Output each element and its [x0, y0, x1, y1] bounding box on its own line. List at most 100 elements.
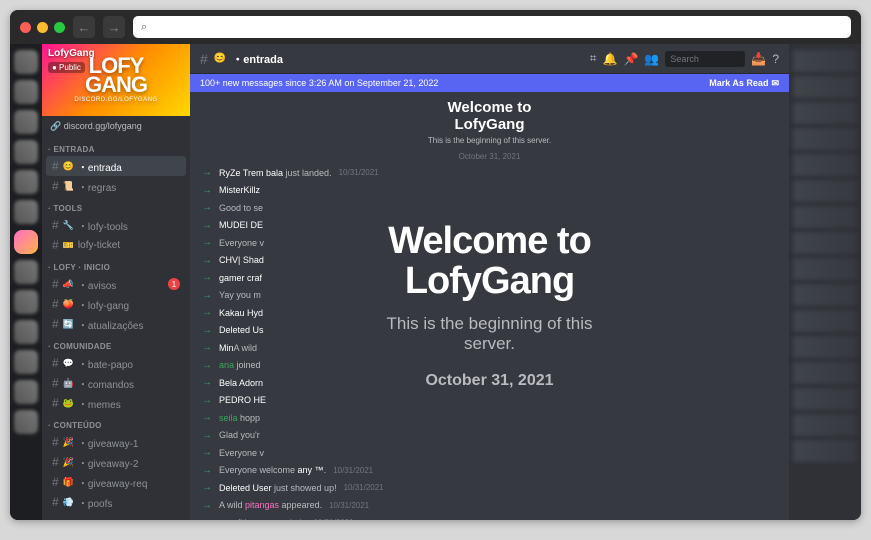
bell-icon[interactable]: 🔔 — [603, 52, 618, 66]
hash-icon: # — [52, 455, 59, 469]
guild-item[interactable] — [14, 380, 38, 404]
channel-emoji-icon: 📜 — [63, 181, 74, 192]
search-input[interactable]: Search — [665, 51, 745, 67]
channel-item[interactable]: #🍑・lofy-gang — [46, 294, 186, 314]
category-header[interactable]: · LOFY · INICIO — [42, 255, 190, 274]
guild-item[interactable] — [14, 320, 38, 344]
hash-icon: # — [52, 218, 59, 232]
member-item[interactable] — [793, 258, 857, 280]
join-arrow-icon: → — [202, 482, 212, 493]
channel-item[interactable]: #💬・bate-papo — [46, 353, 186, 373]
category-header[interactable]: · ENTRADA — [42, 137, 190, 156]
join-message: →Deleted User just showed up! 10/31/2021 — [202, 479, 777, 497]
member-item[interactable] — [793, 284, 857, 306]
guild-item[interactable] — [14, 290, 38, 314]
join-message: →gamer craf — [202, 269, 777, 287]
channel-item[interactable]: #🎫lofy-ticket — [46, 235, 186, 255]
member-item[interactable] — [793, 206, 857, 228]
channel-item[interactable]: #🔧・lofy-tools — [46, 215, 186, 235]
guild-item[interactable] — [14, 350, 38, 374]
channel-item[interactable]: #📜・regras — [46, 176, 186, 196]
guild-item[interactable] — [14, 140, 38, 164]
category-header[interactable]: · CONTEÚDO — [42, 413, 190, 432]
url-bar[interactable]: ⌕ — [133, 16, 851, 38]
guild-item[interactable] — [14, 170, 38, 194]
welcome-block: Welcome to LofyGang This is the beginnin… — [190, 92, 789, 149]
join-arrow-icon: → — [202, 185, 212, 196]
channel-item[interactable]: #💨・poofs — [46, 492, 186, 512]
channel-item[interactable]: #🔄・atualizações — [46, 314, 186, 334]
threads-icon[interactable]: ⌗ — [590, 51, 597, 66]
channel-item[interactable]: #🤖・comandos — [46, 373, 186, 393]
join-arrow-icon: → — [202, 167, 212, 178]
guild-item[interactable] — [14, 260, 38, 284]
channel-item[interactable]: #🎁・giveaway-req — [46, 472, 186, 492]
mark-as-read-button[interactable]: Mark As Read ✉ — [709, 78, 779, 89]
member-item[interactable] — [793, 414, 857, 436]
member-item[interactable] — [793, 388, 857, 410]
guild-item[interactable] — [14, 410, 38, 434]
timestamp: 10/31/2021 — [329, 501, 369, 510]
join-message: →Yay you m — [202, 287, 777, 305]
member-item[interactable] — [793, 76, 857, 98]
join-message: →seila hopp — [202, 409, 777, 427]
hash-icon: # — [52, 179, 59, 193]
hash-icon: # — [200, 51, 208, 67]
join-message: →MUDEI DE — [202, 217, 777, 235]
channel-label: ・giveaway-req — [78, 475, 180, 490]
member-item[interactable] — [793, 362, 857, 384]
members-icon[interactable]: 👥 — [644, 52, 659, 66]
channel-label: ・comandos — [78, 376, 180, 391]
channel-item[interactable]: #🎉・giveaway-2 — [46, 452, 186, 472]
hash-icon: # — [52, 435, 59, 449]
guild-item[interactable] — [14, 80, 38, 104]
inbox-icon[interactable]: 📥 — [751, 52, 766, 66]
member-item[interactable] — [793, 232, 857, 254]
help-icon[interactable]: ? — [772, 52, 779, 66]
guild-list — [10, 44, 42, 520]
member-item[interactable] — [793, 102, 857, 124]
join-arrow-icon: → — [202, 465, 212, 476]
hash-icon: # — [52, 277, 59, 291]
join-message: →PEDRO HE — [202, 392, 777, 410]
join-message: →MisterKillz — [202, 182, 777, 200]
member-item[interactable] — [793, 128, 857, 150]
join-arrow-icon: → — [202, 255, 212, 266]
back-button[interactable]: ← — [73, 16, 95, 38]
channel-emoji-icon: 💬 — [63, 358, 74, 369]
hash-icon: # — [52, 238, 59, 252]
channel-item[interactable]: #🎉・giveaway-1 — [46, 432, 186, 452]
join-message: →Bela Adorn — [202, 374, 777, 392]
join-message: →Kakau Hyd — [202, 304, 777, 322]
member-item[interactable] — [793, 154, 857, 176]
member-item[interactable] — [793, 440, 857, 462]
join-message: →RyZe Trem bala just landed. 10/31/2021 — [202, 164, 777, 182]
member-item[interactable] — [793, 50, 857, 72]
channel-emoji-icon: 💨 — [63, 497, 74, 508]
channel-item[interactable]: #🐸・memes — [46, 393, 186, 413]
member-item[interactable] — [793, 336, 857, 358]
channel-label: ・lofy-gang — [78, 297, 180, 312]
min-dot[interactable] — [37, 22, 48, 33]
guild-item[interactable] — [14, 50, 38, 74]
join-message: →Good to se — [202, 199, 777, 217]
category-header[interactable]: · COMUNIDADE — [42, 334, 190, 353]
join-arrow-icon: → — [202, 430, 212, 441]
member-item[interactable] — [793, 180, 857, 202]
forward-button[interactable]: → — [103, 16, 125, 38]
max-dot[interactable] — [54, 22, 65, 33]
hash-icon: # — [52, 297, 59, 311]
pin-icon[interactable]: 📌 — [623, 52, 638, 66]
timestamp: 10/31/2021 — [339, 168, 379, 177]
channel-item[interactable]: #😊・entrada — [46, 156, 186, 176]
guild-item-selected[interactable] — [14, 230, 38, 254]
new-messages-banner[interactable]: 100+ new messages since 3:26 AM on Septe… — [190, 74, 789, 92]
close-dot[interactable] — [20, 22, 31, 33]
guild-item[interactable] — [14, 110, 38, 134]
category-header[interactable]: · TOOLS — [42, 196, 190, 215]
invite-link[interactable]: 🔗 discord.gg/lofygang — [42, 116, 190, 137]
guild-item[interactable] — [14, 200, 38, 224]
member-item[interactable] — [793, 310, 857, 332]
server-header[interactable]: LofyGang ● Public LOFY GANG DISCORD.GG/L… — [42, 44, 190, 116]
channel-item[interactable]: #📣・avisos1 — [46, 274, 186, 294]
